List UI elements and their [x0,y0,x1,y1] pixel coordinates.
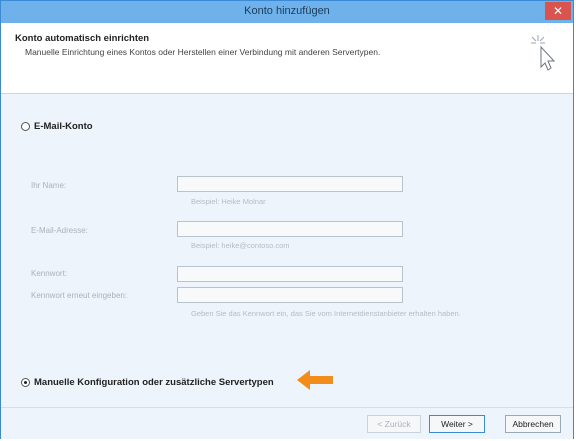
title-bar[interactable]: Konto hinzufügen ✕ [1,1,573,23]
email-account-label: E-Mail-Konto [34,121,93,132]
add-account-dialog: Konto hinzufügen ✕ Konto automatisch ein… [0,0,574,439]
password-repeat-field[interactable] [177,287,403,303]
email-hint: Beispiel: heike@contoso.com [191,241,290,250]
cursor-sparkle-icon [531,35,556,71]
arrow-left-icon [297,370,333,390]
name-hint: Beispiel: Heike Molnar [191,197,266,206]
dialog-header: Konto automatisch einrichten Manuelle Ei… [1,23,573,94]
manual-config-radio[interactable] [21,378,30,387]
next-button[interactable]: Weiter > [429,415,485,433]
window-title: Konto hinzufügen [244,5,330,17]
dialog-footer: < Zurück Weiter > Abbrechen [1,407,573,439]
header-subtitle: Manuelle Einrichtung eines Kontos oder H… [25,47,381,57]
password-repeat-label: Kennwort erneut eingeben: [31,291,128,300]
email-account-radio[interactable] [21,122,30,131]
name-label: Ihr Name: [31,181,67,190]
email-label: E-Mail-Adresse: [31,226,88,235]
manual-config-option[interactable]: Manuelle Konfiguration oder zusätzliche … [21,377,274,388]
header-title: Konto automatisch einrichten [15,33,150,44]
password-label: Kennwort: [31,269,68,278]
cancel-button[interactable]: Abbrechen [505,415,561,433]
manual-config-label: Manuelle Konfiguration oder zusätzliche … [34,377,274,388]
close-button[interactable]: ✕ [545,2,571,20]
email-field[interactable] [177,221,403,237]
password-field[interactable] [177,266,403,282]
back-button[interactable]: < Zurück [367,415,421,433]
email-account-option[interactable]: E-Mail-Konto [21,121,93,132]
name-field[interactable] [177,176,403,192]
password-hint: Geben Sie das Kennwort ein, das Sie vom … [191,309,461,318]
